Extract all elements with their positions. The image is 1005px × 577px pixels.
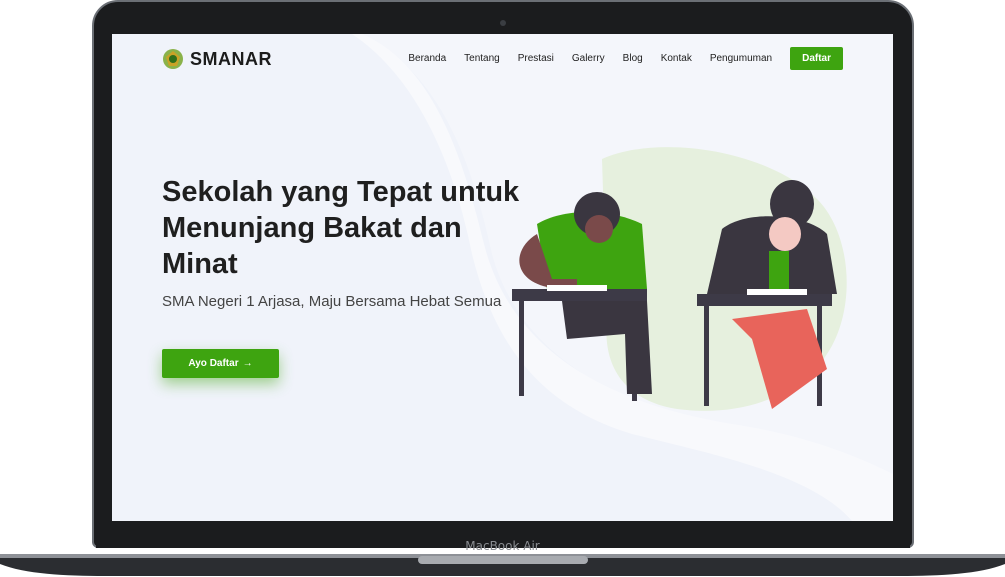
nav-item-pengumuman[interactable]: Pengumuman (710, 53, 772, 64)
brand-logo[interactable]: SMANAR (162, 48, 272, 70)
website-screen: SMANAR Beranda Tentang Prestasi Galerry … (112, 34, 893, 521)
laptop-base (0, 554, 1005, 576)
daftar-button[interactable]: Daftar (790, 47, 843, 70)
ayo-daftar-button[interactable]: Ayo Daftar → (162, 349, 279, 378)
nav-item-kontak[interactable]: Kontak (661, 53, 692, 64)
cta-label: Ayo Daftar (188, 358, 239, 369)
nav-item-galerry[interactable]: Galerry (572, 53, 605, 64)
nav-item-tentang[interactable]: Tentang (464, 53, 500, 64)
nav-item-beranda[interactable]: Beranda (408, 53, 446, 64)
navbar: SMANAR Beranda Tentang Prestasi Galerry … (112, 34, 893, 86)
nav-item-blog[interactable]: Blog (623, 53, 643, 64)
arrow-right-icon: → (242, 358, 253, 369)
nav-item-prestasi[interactable]: Prestasi (518, 53, 554, 64)
device-label: MacBook Air (465, 539, 540, 553)
camera-icon (500, 20, 506, 26)
students-illustration (512, 147, 847, 411)
school-emblem-icon (163, 49, 183, 69)
hero-title: Sekolah yang Tepat untuk Menunjang Bakat… (162, 176, 520, 280)
nav-menu: Beranda Tentang Prestasi Galerry Blog Ko… (390, 47, 843, 70)
hero-subtitle: SMA Negeri 1 Arjasa, Maju Bersama Hebat … (162, 293, 502, 310)
brand-name: SMANAR (190, 48, 272, 69)
